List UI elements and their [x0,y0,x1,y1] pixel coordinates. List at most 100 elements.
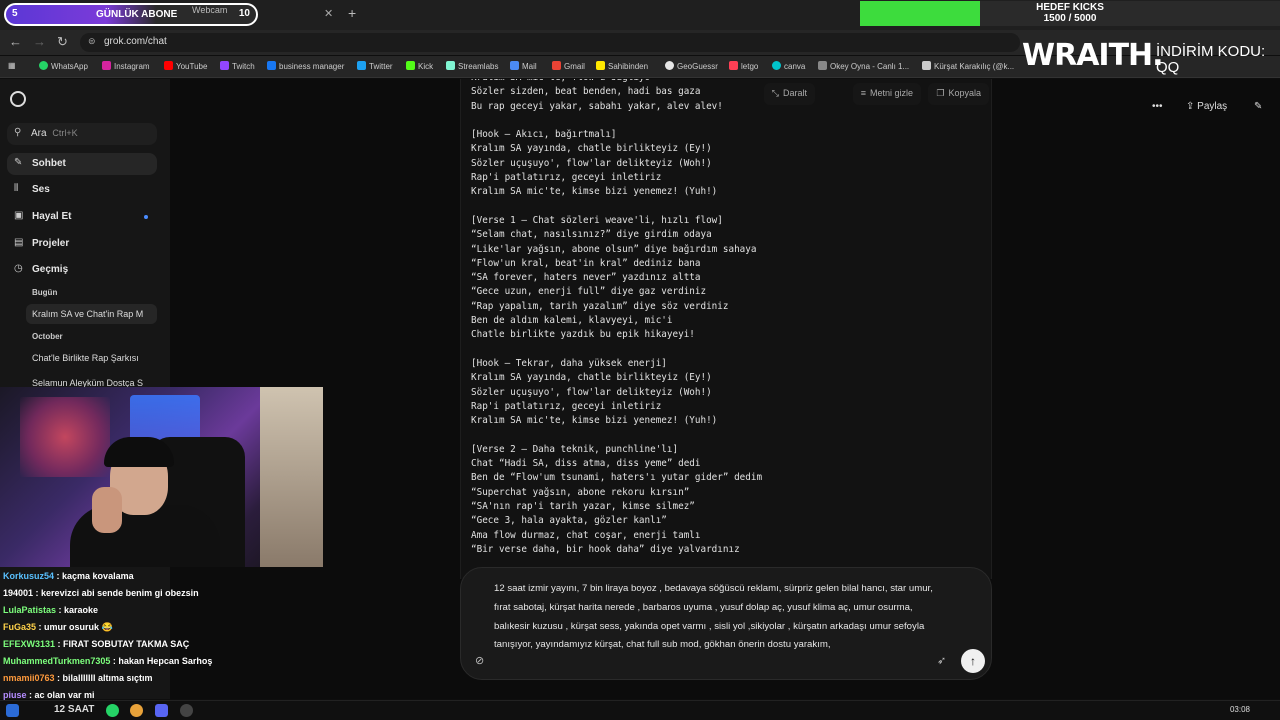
chrome-taskbar-icon[interactable] [130,704,143,717]
meta-icon [267,61,276,70]
sidebar-item-ses[interactable]: ⫴ Ses [7,179,157,201]
chat-text: kaçma kovalama [62,571,134,581]
lyrics-line: “Flow'un kral, beat'in kral” dediniz ban… [471,257,701,269]
mail-icon [510,61,519,70]
discord-taskbar-icon[interactable] [155,704,168,717]
reload-icon[interactable]: ↻ [57,34,68,50]
sidebar-item-hayal-et[interactable]: ▣ Hayal Et [7,206,157,228]
lyrics-line: [Hook – Tekrar, daha yüksek enerji] [471,357,667,369]
whatsapp-taskbar-icon[interactable] [106,704,119,717]
chat-message: 194001 : kerevizci abi sende benim gi ob… [3,588,199,598]
chat-icon: ✎ [14,157,23,168]
tab-webcam[interactable]: Webcam [192,5,227,25]
chat-text: ac olan var mi [34,690,95,700]
bookmark-twitch[interactable]: Twitch [220,61,255,71]
live-timer-label: 12 SAAT [54,704,95,715]
search-icon: ⚲ [14,127,22,138]
lyrics-line: “Like'lar yağsın, abone olsun” diye bağı… [471,243,757,255]
copy-button[interactable]: ❐ Kopyala [928,83,989,105]
lyrics-line: Kralım SA mic'te, kimse bizi yenemez! (Y… [471,186,718,198]
bookmark-whatsapp[interactable]: WhatsApp [39,61,88,71]
attach-icon[interactable]: ⊘ [475,654,484,667]
chat-text: hakan Hepcan Sarhoş [118,656,213,666]
model-mode-icon[interactable]: ➶ [937,654,946,667]
start-icon[interactable] [6,704,19,717]
close-tab-icon[interactable]: ✕ [324,7,333,27]
goal-label: GÜNLÜK ABONE [96,9,178,20]
bookmark-mail[interactable]: Mail [510,61,537,71]
lyrics-line: “Gece 3, hala ayakta, gözler kanlı” [471,515,667,527]
kicks-goal-bar: HEDEF KICKS 1500 / 5000 [860,1,1280,26]
kicks-title: HEDEF KICKS [1036,2,1104,13]
bookmark-youtube[interactable]: YouTube [164,61,207,71]
bookmark-geoguessr[interactable]: GeoGuessr [665,61,718,71]
bookmark-gmail[interactable]: Gmail [552,61,585,71]
chat-username: EFEXW3131 [3,639,56,649]
lyrics-line: “Gece uzun, enerji full” diye gaz verdin… [471,286,707,298]
sahibinden-icon [596,61,605,70]
message-composer[interactable]: 12 saat izmir yayını, 7 bin liraya boyoz… [460,567,992,680]
send-button[interactable]: ↑ [961,649,985,673]
address-bar[interactable]: ⊜ grok.com/chat [80,33,1020,52]
promo-code: QQ [1156,59,1180,76]
more-options-icon[interactable]: ••• [1152,101,1163,112]
chat-message: Korkusuz54 : kaçma kovalama [3,571,134,581]
sidebar-item-projeler[interactable]: ▤ Projeler [7,233,157,255]
lyrics-line: “SA'nın rap'i tarih yazar, kimse silmez” [471,500,695,512]
wraith-logo: WRAITH. [1022,38,1164,73]
new-chat-icon[interactable]: ✎ [1254,101,1262,112]
search-label: Ara [31,128,47,139]
grok-logo-icon[interactable] [10,91,26,107]
chat-username: FuGa35 [3,622,37,632]
lyrics-line: Chatle birlikte yazdık bu epik hikayeyi! [471,329,695,341]
bookmark-streamlabs[interactable]: Streamlabs [446,61,498,71]
chat-username: Korkusuz54 [3,571,55,581]
lyrics-line [471,428,971,442]
bookmark-instagram[interactable]: Instagram [102,61,150,71]
bookmark-kursat[interactable]: Kürşat Karakılıç (@k... [922,61,1014,71]
lyrics-line: Kralım SA mic'te, kimse bizi yenemez! (Y… [471,415,718,427]
site-info-icon[interactable]: ⊜ [88,36,96,47]
whatsapp-icon [39,61,48,70]
bookmark-letgo[interactable]: letgo [729,61,758,71]
chat-username: 194001 [3,588,34,598]
twitch-icon [220,61,229,70]
collapse-button[interactable]: ⤡ Daralt [763,83,815,105]
bookmark-sahibinden[interactable]: Sahibinden [596,61,648,71]
okey-icon [818,61,827,70]
message-input[interactable]: 12 saat izmir yayını, 7 bin liraya boyoz… [494,580,934,655]
chat-message: EFEXW3131 : FIRAT SOBUTAY TAKMA SAÇ [3,639,190,649]
lyrics-line: Rap'i patlatırız, geceyi inletiriz [471,400,662,412]
bookmark-okey[interactable]: Okey Oyna - Canlı 1... [818,61,909,71]
streamlabs-icon [446,61,455,70]
history-section-october: October [32,332,63,341]
browser-tab-bar: 5 GÜNLÜK ABONE 10 Webcam ✕ + HEDEF KICKS… [0,0,1280,30]
chat-text: kerevizci abi sende benim gi obezsin [41,588,199,598]
twitter-icon [357,61,366,70]
share-button[interactable]: ⇪ Paylaş [1186,101,1227,112]
bookmark-twitter[interactable]: Twitter [357,61,393,71]
history-item[interactable]: Kralım SA ve Chat'in Rap M [26,304,157,324]
obs-taskbar-icon[interactable] [180,704,193,717]
new-indicator-dot [144,215,148,219]
sidebar-item-gecmis[interactable]: ◷ Geçmiş [7,259,157,281]
sidebar-item-sohbet[interactable]: ✎ Sohbet [7,153,157,175]
share-label: Paylaş [1197,101,1228,112]
new-tab-icon[interactable]: + [348,5,356,21]
history-item[interactable]: Chat'le Birlikte Rap Şarkısı [26,348,157,368]
bookmark-business-manager[interactable]: business manager [267,61,344,71]
history-section-today: Bugün [32,288,58,297]
lyrics-line: “Selam chat, nasılsınız?” diye girdim od… [471,229,712,241]
lyrics-line: “SA forever, haters never” yazdınız altt… [471,272,701,284]
back-icon[interactable]: ← [9,34,22,49]
promo-label: İNDİRİM KODU: [1156,43,1266,60]
chat-username: nmamii0763 [3,673,55,683]
bookmark-kick[interactable]: Kick [406,61,433,71]
apps-icon[interactable]: ▦ [8,61,16,70]
forward-icon[interactable]: → [33,34,46,49]
search-button[interactable]: ⚲ Ara Ctrl+K [7,123,157,145]
hide-text-button[interactable]: ≡ Metni gizle [852,83,921,105]
lyrics-line: [Verse 2 – Daha teknik, punchline'lı] [471,443,679,455]
bookmark-canva[interactable]: canva [772,61,805,71]
sidebar-item-label: Projeler [32,238,70,249]
